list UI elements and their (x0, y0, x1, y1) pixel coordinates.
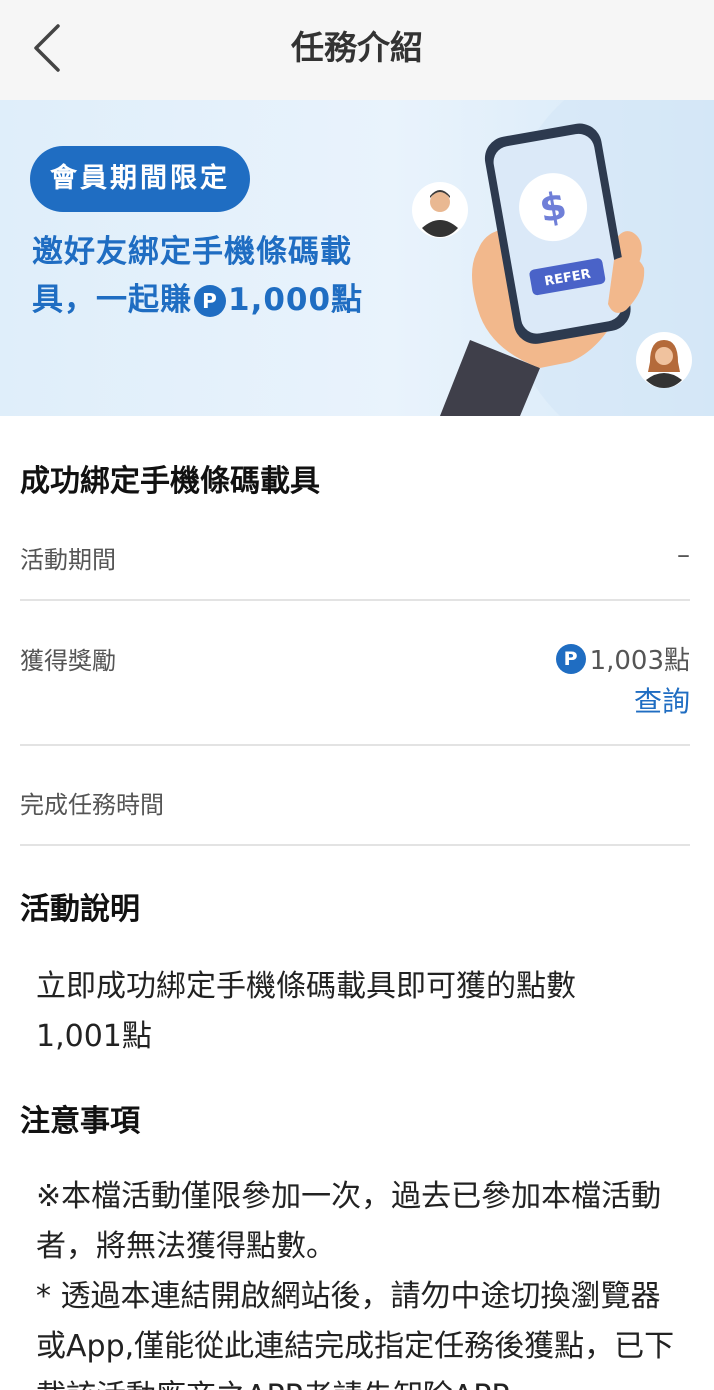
banner-headline-line1: 邀好友綁定手機條碼載 (32, 234, 352, 270)
page-title: 任務介紹 (291, 28, 423, 67)
reward-label: 獲得獎勵 (20, 647, 116, 675)
male-avatar-icon (412, 182, 468, 238)
reward-value: P 1,003點 (554, 640, 690, 677)
divider (20, 744, 690, 746)
activity-period-value: – (677, 540, 690, 570)
banner-headline: 邀好友綁定手機條碼載 具，一起賺 P 1,000點 (32, 228, 422, 324)
task-title: 成功綁定手機條碼載具 (20, 464, 320, 499)
points-coin-icon: P (194, 285, 226, 317)
banner-headline-line2: 具，一起賺 P 1,000點 (32, 276, 422, 324)
divider (20, 599, 690, 601)
top-bar: 任務介紹 (0, 0, 714, 100)
description-text: 立即成功綁定手機條碼載具即可獲的點數1,001點 (36, 969, 576, 1054)
promo-banner[interactable]: 會員期間限定 邀好友綁定手機條碼載 具，一起賺 P 1,000點 $ REFER (0, 100, 714, 416)
refer-phone-illustration: $ REFER (412, 100, 714, 416)
notes-text: ※本檔活動僅限參加一次，過去已參加本檔活動者，將無法獲得點數。 * 透過本連結開… (36, 1179, 675, 1390)
female-avatar-icon (636, 332, 692, 388)
member-limited-badge: 會員期間限定 (30, 146, 250, 212)
points-coin-icon: P (555, 643, 586, 674)
divider (20, 844, 690, 846)
banner-headline-prefix: 具，一起賺 (32, 282, 192, 318)
complete-time-label: 完成任務時間 (20, 791, 164, 819)
reward-points: 1,003點 (589, 646, 690, 676)
banner-headline-amount: 1,000點 (228, 282, 364, 318)
description-title: 活動說明 (20, 892, 140, 927)
notes-title: 注意事項 (20, 1104, 140, 1139)
activity-period-label: 活動期間 (20, 546, 116, 574)
query-link[interactable]: 查詢 (634, 680, 690, 720)
